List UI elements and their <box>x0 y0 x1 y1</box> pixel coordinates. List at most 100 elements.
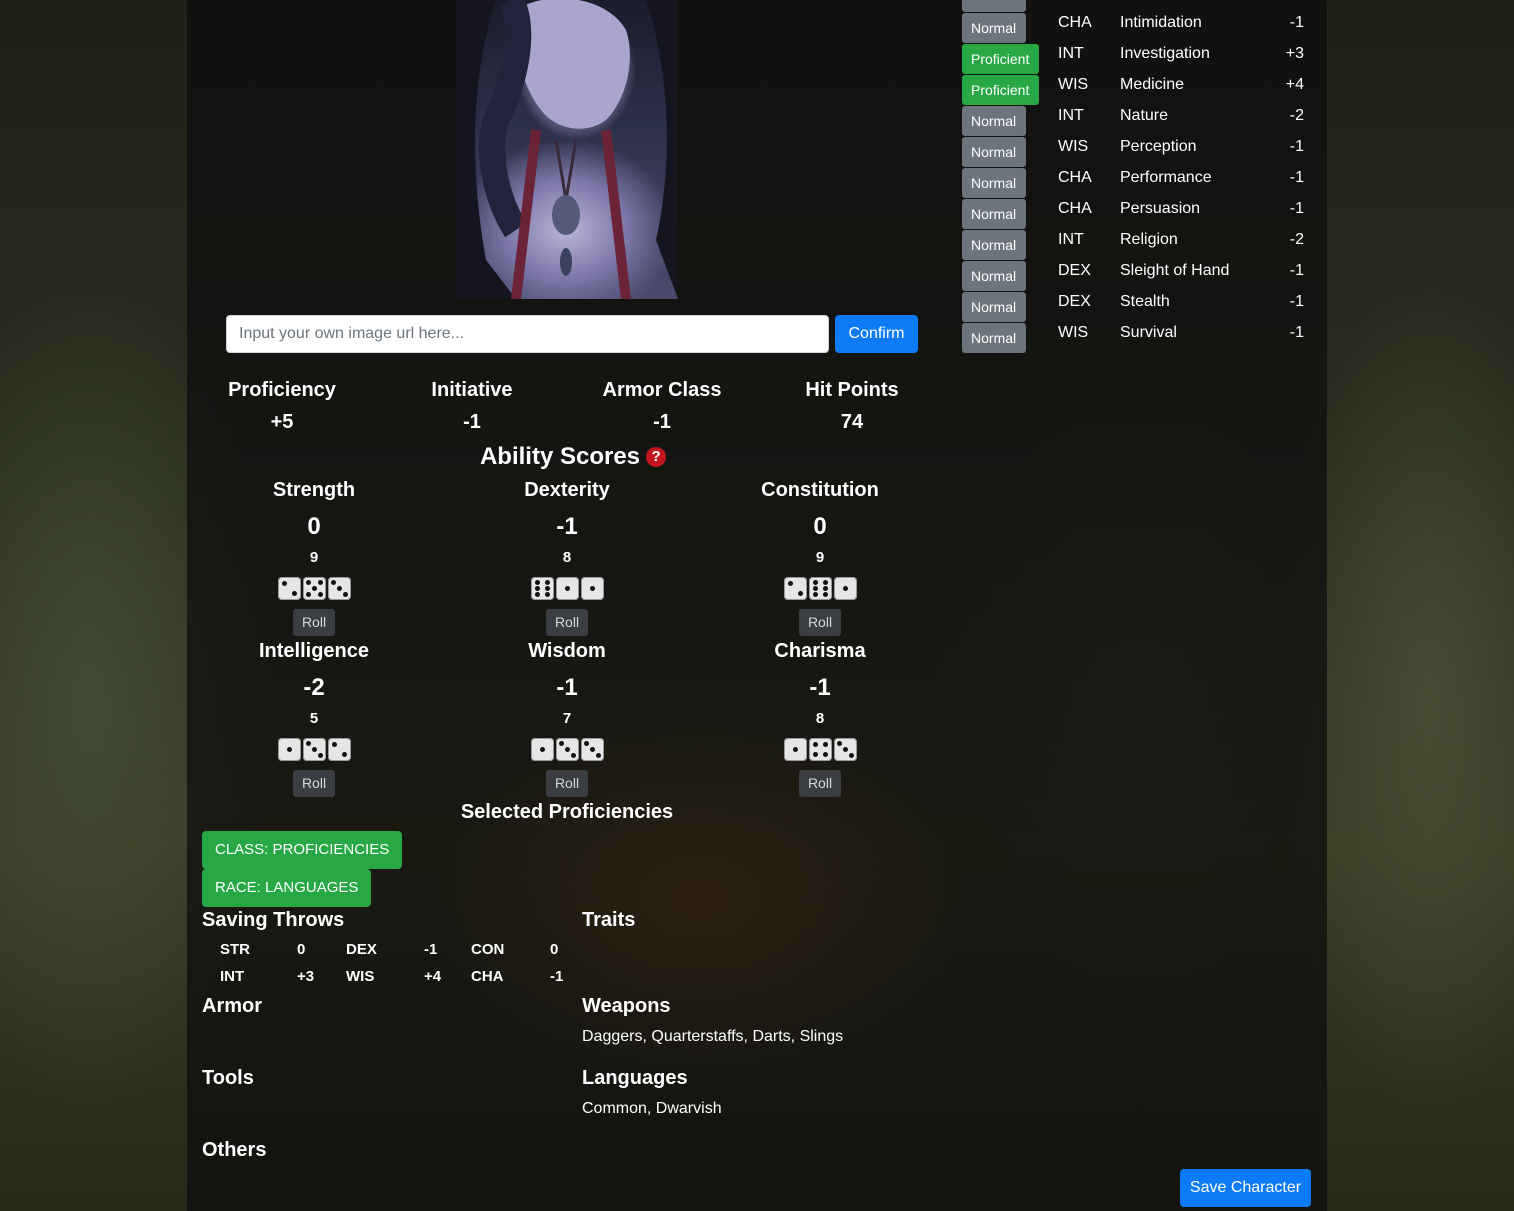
saving-throw-value: 0 <box>297 941 306 958</box>
die-icon <box>580 577 604 600</box>
skill-modifier: -1 <box>1289 169 1304 186</box>
skill-ability: INT <box>1058 231 1084 248</box>
languages-text: Common, Dwarvish <box>582 1100 722 1117</box>
skill-ability: WIS <box>1058 138 1089 155</box>
saving-throw-ability: INT <box>220 968 245 985</box>
die-pip <box>848 753 854 758</box>
ability-score: 5 <box>309 710 319 727</box>
proficiency-toggle-button[interactable]: Normal <box>962 230 1026 260</box>
ability-modifier: -1 <box>556 674 578 701</box>
skill-modifier: +3 <box>1285 45 1304 62</box>
roll-button[interactable]: Roll <box>799 609 841 636</box>
die-pip <box>589 586 595 591</box>
proficiency-toggle-button[interactable]: Normal <box>962 137 1026 167</box>
ability-modifier: 0 <box>813 513 827 540</box>
die-icon <box>555 577 579 600</box>
traits-title: Traits <box>582 909 636 931</box>
skill-row: Normal DEX Stealth -1 <box>962 292 1312 323</box>
ability-score: 9 <box>815 549 825 566</box>
die-pip <box>544 592 550 597</box>
saving-throw-value: 0 <box>550 941 559 958</box>
selected-proficiencies-title: Selected Proficiencies <box>460 801 674 823</box>
die-pip <box>305 741 311 746</box>
dice-group <box>467 577 667 601</box>
die-pip <box>564 747 570 752</box>
proficiency-toggle-button[interactable]: Proficient <box>962 75 1039 105</box>
saving-throw-ability: CHA <box>471 968 504 985</box>
skill-row: Normal DEX Sleight of Hand -1 <box>962 261 1312 292</box>
die-pip <box>836 741 842 746</box>
save-character-button[interactable]: Save Character <box>1180 1169 1311 1207</box>
skill-ability: INT <box>1058 45 1084 62</box>
skill-modifier: -2 <box>1289 107 1304 124</box>
die-pip <box>534 586 540 591</box>
skill-badge-cutoff[interactable] <box>962 0 1026 12</box>
portrait-art <box>456 0 678 299</box>
race-languages-button[interactable]: RACE: LANGUAGES <box>202 869 372 907</box>
die-pip <box>812 752 818 757</box>
proficiency-toggle-button[interactable]: Normal <box>962 199 1026 229</box>
die-pip <box>812 742 818 747</box>
die-icon <box>302 577 326 600</box>
proficiency-toggle-button[interactable]: Normal <box>962 13 1026 43</box>
die-pip <box>589 747 595 752</box>
roll-button[interactable]: Roll <box>546 609 588 636</box>
proficiency-toggle-button[interactable]: Normal <box>962 323 1026 353</box>
die-pip <box>787 581 793 586</box>
ability-wisdom: Wisdom -1 7 Roll <box>467 640 667 797</box>
roll-button[interactable]: Roll <box>293 609 335 636</box>
die-icon <box>833 738 857 761</box>
die-pip <box>317 592 323 597</box>
proficiency-toggle-button[interactable]: Proficient <box>962 44 1039 74</box>
image-url-input[interactable] <box>226 315 829 353</box>
armor-title: Armor <box>202 995 263 1017</box>
die-pip <box>544 586 550 591</box>
skill-name: Religion <box>1120 231 1178 248</box>
stat-value-proficiency: +5 <box>270 411 294 433</box>
skill-ability: DEX <box>1058 293 1091 310</box>
die-pip <box>317 580 323 585</box>
skill-name: Survival <box>1120 324 1177 341</box>
ability-modifier: -1 <box>809 674 831 701</box>
weapons-title: Weapons <box>582 995 671 1017</box>
die-pip <box>842 586 848 591</box>
skill-row: Proficient INT Investigation +3 <box>962 44 1312 75</box>
die-pip <box>797 591 803 596</box>
stat-value-initiative: -1 <box>463 411 481 433</box>
ability-score: 8 <box>815 710 825 727</box>
stat-label-proficiency: Proficiency <box>228 379 336 401</box>
roll-button[interactable]: Roll <box>799 770 841 797</box>
die-pip <box>534 580 540 585</box>
ability-intelligence: Intelligence -2 5 Roll <box>214 640 414 797</box>
proficiency-toggle-button[interactable]: Normal <box>962 168 1026 198</box>
ability-score: 9 <box>309 549 319 566</box>
roll-button[interactable]: Roll <box>293 770 335 797</box>
skill-name: Perception <box>1120 138 1197 155</box>
die-icon <box>327 577 351 600</box>
ability-constitution: Constitution 0 9 Roll <box>720 479 920 636</box>
die-pip <box>544 580 550 585</box>
ability-modifier: -2 <box>303 674 325 701</box>
ability-dexterity: Dexterity -1 8 Roll <box>467 479 667 636</box>
die-pip <box>331 742 337 747</box>
proficiency-toggle-button[interactable]: Normal <box>962 106 1026 136</box>
die-icon <box>302 738 326 761</box>
skill-name: Performance <box>1120 169 1212 186</box>
die-pip <box>291 591 297 596</box>
others-title: Others <box>202 1139 267 1161</box>
roll-button[interactable]: Roll <box>546 770 588 797</box>
help-icon[interactable]: ? <box>646 447 667 467</box>
proficiency-toggle-button[interactable]: Normal <box>962 292 1026 322</box>
die-pip <box>305 592 311 597</box>
skill-name: Intimidation <box>1120 14 1202 31</box>
die-pip <box>842 747 848 752</box>
class-proficiencies-button[interactable]: CLASS: PROFICIENCIES <box>202 831 403 869</box>
skill-name: Stealth <box>1120 293 1170 310</box>
die-pip <box>792 747 798 752</box>
stat-value-armor-class: -1 <box>653 411 671 433</box>
confirm-button[interactable]: Confirm <box>835 315 918 353</box>
proficiency-toggle-button[interactable]: Normal <box>962 261 1026 291</box>
die-icon <box>277 738 301 761</box>
character-portrait-image <box>456 0 678 299</box>
die-icon <box>555 738 579 761</box>
